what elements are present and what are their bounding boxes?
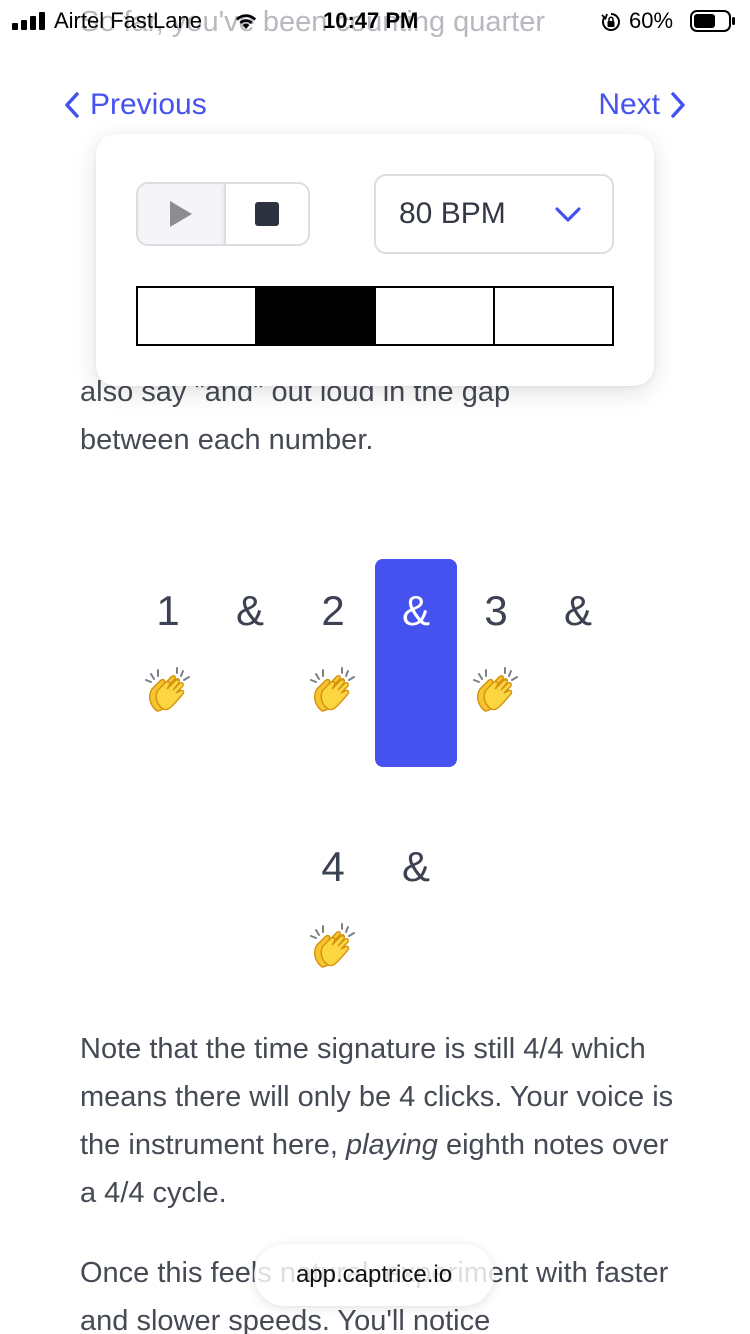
next-label: Next (598, 88, 660, 121)
count-cell-active: & (375, 559, 457, 767)
previous-label: Previous (90, 88, 207, 121)
battery-percentage: 60% (629, 8, 674, 33)
count-cell: 4 (292, 815, 374, 1023)
carrier-name: Airtel FastLane (54, 8, 202, 33)
count-label: 2 (321, 587, 345, 634)
beat-cell (495, 288, 612, 344)
tempo-select[interactable]: 80 BPM (374, 174, 614, 254)
tempo-value: 80 BPM (399, 197, 506, 230)
emphasis-text: playing (345, 1129, 438, 1161)
status-bar: Airtel FastLane 10:47 PM 60% (0, 0, 750, 44)
count-label: 3 (484, 587, 508, 634)
beat-indicator (136, 286, 614, 346)
paragraph-line: between each number. (80, 424, 374, 456)
status-time: 10:47 PM (323, 8, 419, 33)
count-cell: & (209, 559, 291, 767)
count-cell: 3 (455, 559, 537, 767)
count-label: 4 (321, 843, 345, 890)
count-label: & (563, 587, 592, 634)
orientation-lock-icon (601, 13, 620, 31)
playback-controls (136, 182, 310, 246)
count-cell: & (537, 559, 619, 767)
stop-button[interactable] (224, 184, 308, 244)
clapping-hands-icon (143, 665, 193, 715)
address-bar[interactable]: app.captrice.io (254, 1244, 494, 1306)
clapping-hands-icon (308, 665, 358, 715)
paragraph-time-signature: Note that the time signature is still 4/… (80, 1025, 680, 1217)
battery-icon (690, 10, 735, 32)
count-label: 1 (156, 587, 180, 634)
next-link[interactable]: Next (598, 88, 688, 122)
play-button[interactable] (138, 184, 224, 244)
wifi-icon (236, 14, 256, 29)
url-text: app.captrice.io (295, 1261, 453, 1288)
previous-link[interactable]: Previous (62, 88, 207, 122)
count-label: & (401, 843, 430, 890)
count-cell: 1 (127, 559, 209, 767)
beat-cell (257, 288, 376, 344)
metronome-widget: 80 BPM (96, 134, 654, 386)
chevron-down-icon (555, 207, 581, 222)
stop-icon (255, 202, 279, 226)
beat-cell (138, 288, 257, 344)
count-label: & (235, 587, 264, 634)
clapping-hands-icon (471, 665, 521, 715)
count-cell: 2 (292, 559, 374, 767)
chevron-right-icon (671, 92, 685, 118)
clapping-hands-icon (308, 921, 358, 971)
signal-icon (12, 12, 48, 30)
count-label: & (401, 587, 430, 634)
beat-cell (376, 288, 495, 344)
chevron-left-icon (65, 92, 79, 118)
count-cell: & (375, 815, 457, 1023)
play-icon (170, 201, 192, 227)
